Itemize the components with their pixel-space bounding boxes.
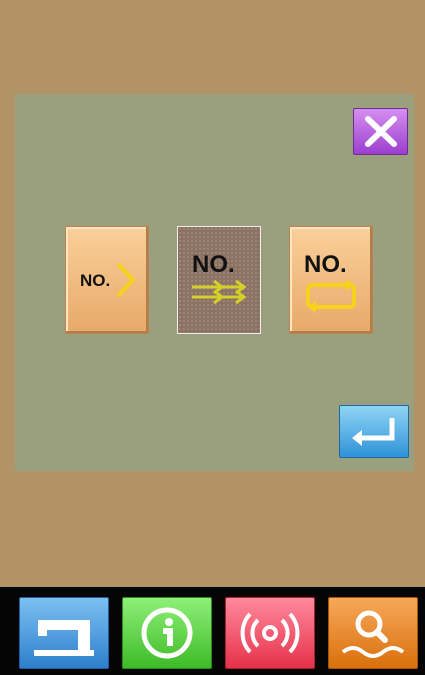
sewing-button[interactable] (19, 597, 109, 669)
sewing-machine-icon (34, 620, 94, 656)
communication-button[interactable] (225, 597, 315, 669)
signal-icon (240, 612, 300, 654)
mode-button-loop[interactable]: NO. (289, 226, 373, 334)
enter-icon (352, 418, 395, 446)
search-icon (341, 610, 405, 658)
close-button[interactable] (353, 108, 408, 155)
mode-button-forward[interactable]: NO. (177, 226, 261, 334)
search-button[interactable] (328, 597, 418, 669)
info-icon (141, 607, 193, 659)
double-arrow-icon (192, 279, 247, 305)
close-icon (365, 116, 397, 147)
info-button[interactable] (122, 597, 212, 669)
mode-label: NO. (80, 271, 111, 290)
mode-button-diamond[interactable]: NO. (65, 226, 149, 334)
loop-arrows-icon (306, 279, 356, 313)
confirm-button[interactable] (339, 405, 409, 458)
